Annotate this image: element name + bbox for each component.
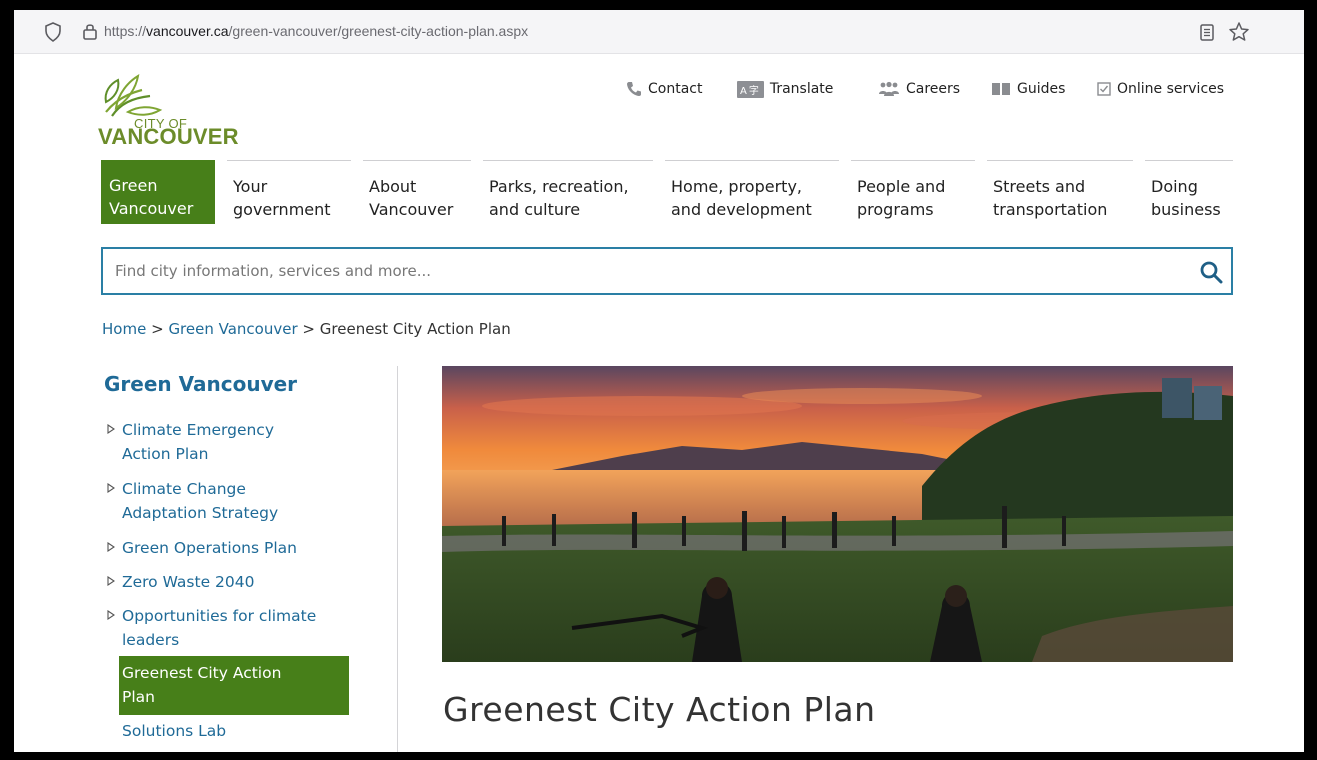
sidebar-item-greenest-city[interactable]: Greenest City Action Plan — [119, 656, 349, 715]
sidebar-title[interactable]: Green Vancouver — [104, 372, 297, 396]
contact-link[interactable]: Contact — [626, 78, 702, 100]
nav-about-vancouver[interactable]: About Vancouver — [363, 160, 471, 224]
nav-home-property-development[interactable]: Home, property, and development — [665, 160, 839, 224]
hero-image — [442, 366, 1233, 662]
page-title: Greenest City Action Plan — [443, 690, 876, 729]
breadcrumb: Home > Green Vancouver > Greenest City A… — [102, 320, 511, 338]
sidebar-item-green-operations[interactable]: Green Operations Plan — [107, 536, 297, 560]
translate-icon: A字 — [737, 80, 764, 98]
nav-parks-recreation-culture[interactable]: Parks, recreation, and culture — [483, 160, 653, 224]
nav-green-vancouver[interactable]: Green Vancouver — [101, 160, 215, 224]
sidebar-item-climate-adaptation[interactable]: Climate Change Adaptation Strategy — [107, 477, 278, 525]
breadcrumb-separator: > — [151, 320, 164, 338]
reader-view-icon[interactable] — [1199, 22, 1215, 42]
sidebar-item-zero-waste[interactable]: Zero Waste 2040 — [107, 570, 255, 594]
guides-link[interactable]: Guides — [991, 78, 1065, 100]
url-text[interactable]: https://vancouver.ca/green-vancouver/gre… — [104, 23, 528, 39]
nav-people-programs[interactable]: People and programs — [851, 160, 975, 224]
triangle-right-icon — [107, 610, 115, 620]
lock-icon[interactable] — [82, 21, 98, 41]
nav-doing-business[interactable]: Doing business — [1145, 160, 1233, 224]
sidebar-divider — [397, 366, 398, 752]
breadcrumb-separator: > — [302, 320, 315, 338]
people-icon — [879, 81, 899, 96]
breadcrumb-green-vancouver[interactable]: Green Vancouver — [168, 320, 297, 338]
bookmark-star-icon[interactable] — [1228, 21, 1250, 43]
triangle-right-icon — [107, 483, 115, 493]
phone-icon — [627, 82, 641, 96]
breadcrumb-home[interactable]: Home — [102, 320, 146, 338]
address-bar[interactable]: https://vancouver.ca/green-vancouver/gre… — [14, 10, 1304, 54]
shield-icon[interactable] — [44, 22, 62, 42]
site-search — [101, 247, 1233, 295]
nav-your-government[interactable]: Your government — [227, 160, 351, 224]
logo-vancouver: VANCOUVER — [98, 124, 239, 149]
checkbox-icon — [1097, 82, 1111, 96]
triangle-right-icon — [107, 542, 115, 552]
search-icon[interactable] — [1199, 260, 1223, 284]
triangle-right-icon — [107, 576, 115, 586]
triangle-right-icon — [107, 424, 115, 434]
sidebar-item-climate-leaders[interactable]: Opportunities for climate leaders — [107, 604, 316, 652]
online-services-link[interactable]: Online services — [1097, 78, 1224, 100]
sidebar-item-climate-emergency[interactable]: Climate Emergency Action Plan — [107, 418, 274, 466]
sidebar-item-solutions-lab[interactable]: Solutions Lab — [122, 722, 226, 740]
city-logo[interactable]: CITY OF VANCOUVER — [98, 72, 278, 154]
nav-streets-transportation[interactable]: Streets and transportation — [987, 160, 1133, 224]
breadcrumb-current: Greenest City Action Plan — [319, 320, 511, 338]
browser-window: https://vancouver.ca/green-vancouver/gre… — [14, 10, 1304, 752]
translate-link[interactable]: A字 Translate — [737, 78, 833, 100]
careers-link[interactable]: Careers — [878, 78, 960, 100]
book-icon — [992, 83, 1010, 95]
search-input[interactable] — [115, 259, 1165, 283]
